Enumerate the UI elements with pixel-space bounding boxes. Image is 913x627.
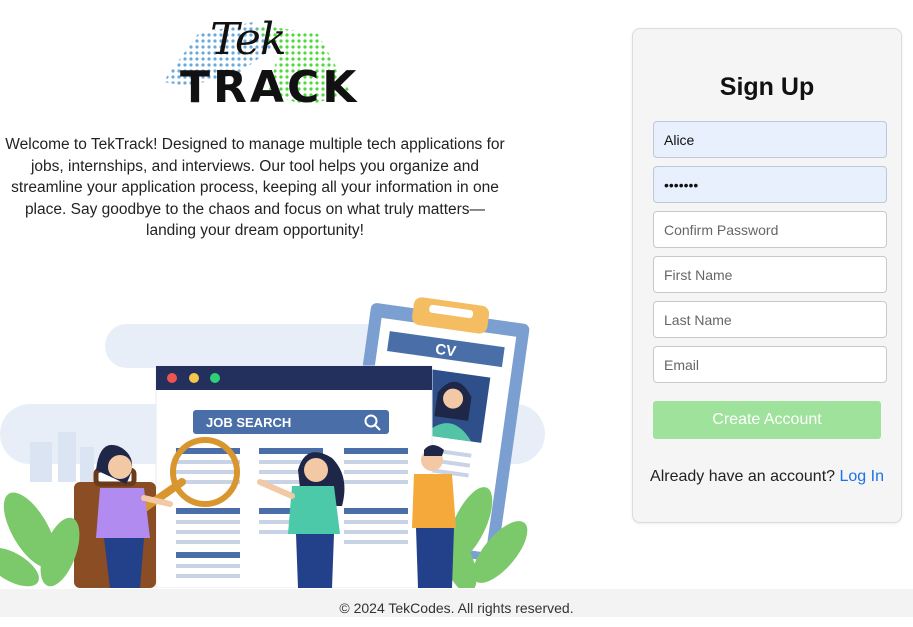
cv-label: CV <box>434 341 457 361</box>
username-field[interactable] <box>653 121 887 158</box>
job-search-label: JOB SEARCH <box>206 415 291 430</box>
create-account-button[interactable]: Create Account <box>653 401 881 439</box>
logo-tek-text: Tek <box>210 14 287 65</box>
logo-track-text: TRACK <box>180 62 360 113</box>
footer: © 2024 TekCodes. All rights reserved. <box>0 589 913 617</box>
tektrack-logo: Tek TRACK <box>158 14 356 114</box>
last-name-field[interactable] <box>653 301 887 338</box>
first-name-field[interactable] <box>653 256 887 293</box>
email-field[interactable] <box>653 346 887 383</box>
login-prompt: Already have an account? <box>650 468 836 485</box>
signup-title: Sign Up <box>719 73 815 101</box>
login-row: Already have an account? Log In <box>633 468 901 486</box>
signup-card: Sign Up Create Account Already have an a… <box>632 28 902 523</box>
confirm-password-field[interactable] <box>653 211 887 248</box>
job-search-illustration: CV JOB SEARCH <box>0 297 545 588</box>
login-link[interactable]: Log In <box>839 468 883 485</box>
intro-text: Welcome to TekTrack! Designed to manage … <box>5 136 505 239</box>
password-field[interactable] <box>653 166 887 203</box>
